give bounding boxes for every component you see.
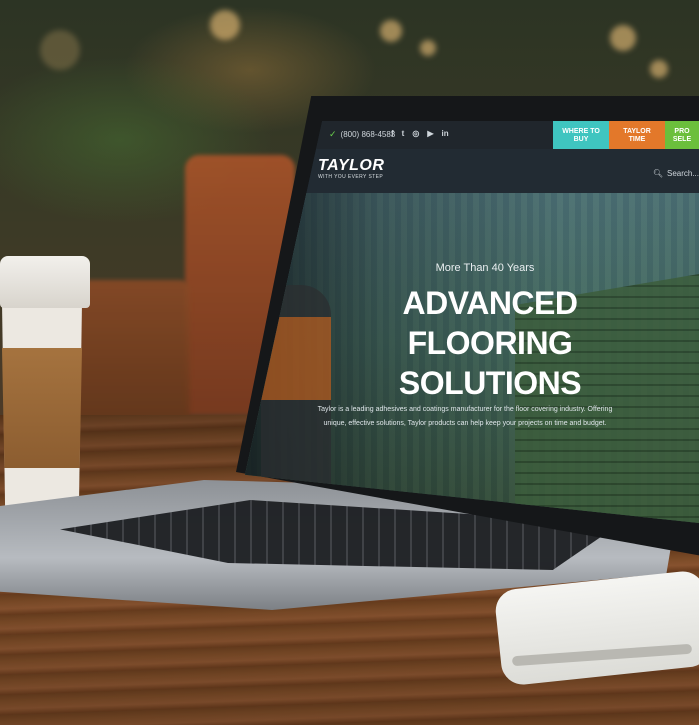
hero-description: Taylor is a leading adhesives and coatin… <box>317 406 613 427</box>
search-box[interactable]: 🔍︎ Search... <box>653 169 699 178</box>
hero-eyebrow: More Than 40 Years <box>435 262 535 274</box>
headline-line: FLOORING <box>407 325 573 361</box>
cup-sleeve <box>2 348 82 468</box>
bokeh-light <box>610 25 636 51</box>
photo-scene: ✓ (800) 868-4583 f t ◎ ▶ in WHERE TO BUY… <box>0 0 699 725</box>
tab-taylor-time[interactable]: TAYLOR TIME <box>609 121 665 151</box>
laptop-screen: ✓ (800) 868-4583 f t ◎ ▶ in WHERE TO BUY… <box>245 121 699 523</box>
search-placeholder: Search... <box>666 169 699 178</box>
logo-tagline: WITH YOU EVERY STEP <box>318 174 384 180</box>
tab-pro-select[interactable]: PRO SELE <box>665 121 699 151</box>
linkedin-icon[interactable]: in <box>441 129 448 138</box>
website: ✓ (800) 868-4583 f t ◎ ▶ in WHERE TO BUY… <box>245 121 699 523</box>
cup-lid <box>0 256 90 308</box>
bokeh-light <box>420 40 436 56</box>
coffee-cup <box>0 256 90 516</box>
twitter-icon[interactable]: t <box>402 129 405 138</box>
top-tabs: WHERE TO BUY TAYLOR TIME PRO SELE <box>553 121 699 151</box>
instagram-icon[interactable]: ◎ <box>412 129 419 138</box>
bokeh-light <box>380 20 402 42</box>
social-links: f t ◎ ▶ in <box>391 129 449 138</box>
search-icon: 🔍︎ <box>652 169 663 178</box>
hero-headline: ADVANCED FLOORING SOLUTIONS <box>345 283 635 403</box>
phone-icon: ✓ <box>329 129 337 139</box>
taylor-logo[interactable]: TAYLOR WITH YOU EVERY STEP <box>318 157 384 180</box>
tab-where-to-buy[interactable]: WHERE TO BUY <box>553 121 609 151</box>
logo-name: TAYLOR <box>318 157 385 174</box>
phone-number: (800) 868-4583 <box>340 130 396 139</box>
phone-number-link[interactable]: ✓ (800) 868-4583 <box>329 129 395 140</box>
headline-line: SOLUTIONS <box>398 365 582 401</box>
youtube-icon[interactable]: ▶ <box>427 129 433 138</box>
bokeh-light <box>210 10 240 40</box>
facebook-icon[interactable]: f <box>391 129 394 138</box>
bokeh-light <box>650 60 668 78</box>
bokeh-light <box>40 30 80 70</box>
headline-line: ADVANCED <box>402 285 578 321</box>
